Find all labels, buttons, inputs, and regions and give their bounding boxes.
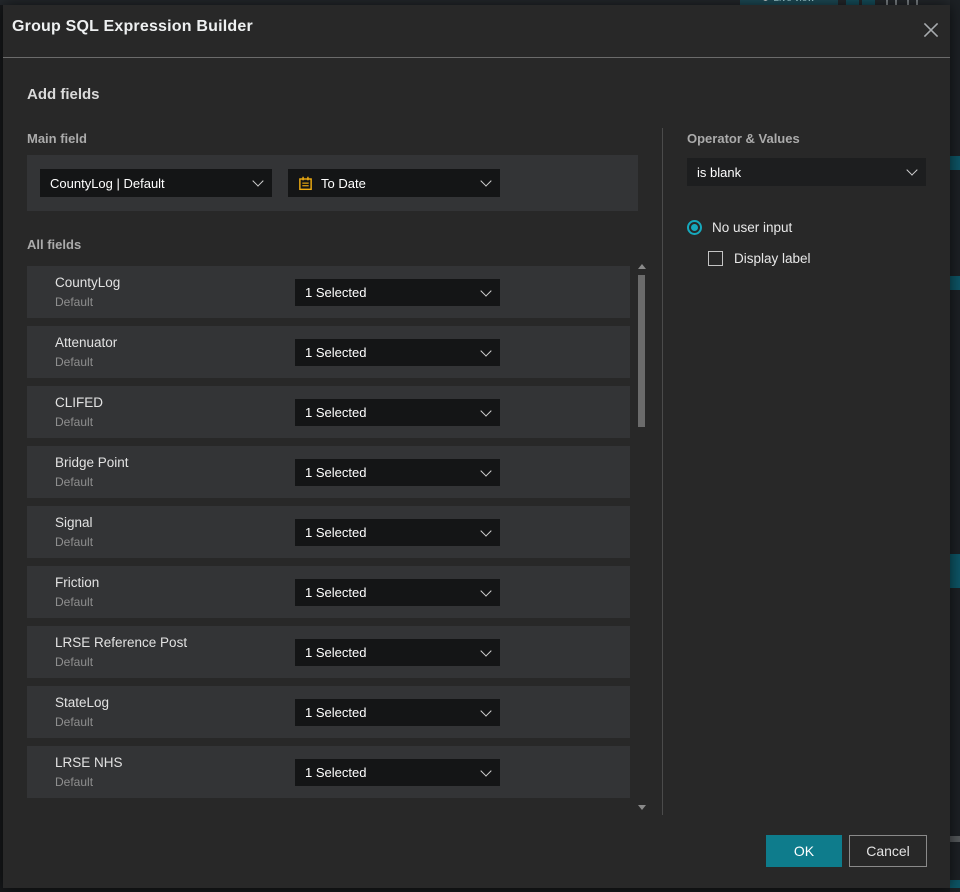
dialog-title: Group SQL Expression Builder [12,18,253,35]
fields-scrollbar[interactable] [636,261,647,813]
field-value-select[interactable]: 1 Selected [295,339,500,366]
field-value-select-value: 1 Selected [305,585,367,600]
field-value-select[interactable]: 1 Selected [295,579,500,606]
main-field-label: Main field [27,131,87,146]
no-user-input-radio[interactable]: No user input [687,220,792,235]
field-layer: Default [55,355,94,369]
background-app-fragment [950,276,960,290]
operator-select[interactable]: is blank [687,158,926,186]
field-layer: Default [55,415,94,429]
ok-button[interactable]: OK [766,835,842,867]
all-fields-label: All fields [27,237,82,252]
field-value-select-value: 1 Selected [305,405,367,420]
field-layer: Default [55,595,94,609]
field-row: StateLog Default 1 Selected [27,686,630,738]
field-name: LRSE NHS [55,755,123,770]
field-name: Friction [55,575,100,590]
chevron-down-icon [480,284,492,297]
field-layer: Default [55,475,94,489]
field-row: CountyLog Default 1 Selected [27,266,630,318]
field-value-select-value: 1 Selected [305,705,367,720]
field-value-select[interactable]: 1 Selected [295,639,500,666]
field-value-select-value: 1 Selected [305,765,367,780]
field-row: Attenuator Default 1 Selected [27,326,630,378]
chevron-down-icon [480,404,492,417]
field-name: CountyLog [55,275,121,290]
field-name: Signal [55,515,93,530]
field-value-select-value: 1 Selected [305,645,367,660]
chevron-down-icon [480,644,492,657]
chevron-down-icon [480,175,492,187]
field-layer: Default [55,655,94,669]
field-value-select[interactable]: 1 Selected [295,759,500,786]
field-row: CLIFED Default 1 Selected [27,386,630,438]
field-layer: Default [55,775,94,789]
no-user-input-label: No user input [712,220,793,235]
field-value-select[interactable]: 1 Selected [295,399,500,426]
field-name: StateLog [55,695,110,710]
field-row: Friction Default 1 Selected [27,566,630,618]
field-type-select-value: To Date [321,175,366,191]
field-value-select-value: 1 Selected [305,285,367,300]
field-row: LRSE Reference Post Default 1 Selected [27,626,630,678]
display-label-label: Display label [734,251,811,266]
chevron-down-icon [906,164,918,176]
background-app-fragment [950,836,960,842]
scroll-down-icon[interactable] [638,805,646,810]
live-view-label: Live view [773,0,814,4]
group-sql-expression-builder-dialog: Group SQL Expression Builder Add fields … [3,5,950,888]
field-row: Bridge Point Default 1 Selected [27,446,630,498]
display-label-checkbox[interactable]: Display label [708,251,811,266]
chevron-down-icon [252,175,264,187]
field-value-select-value: 1 Selected [305,345,367,360]
chevron-down-icon [480,524,492,537]
scroll-up-icon[interactable] [638,264,646,269]
close-icon[interactable] [920,19,942,41]
panel-divider [662,128,663,815]
scrollbar-thumb[interactable] [638,275,645,427]
main-field-select[interactable]: CountyLog | Default [40,169,272,197]
field-row: Signal Default 1 Selected [27,506,630,558]
field-layer: Default [55,295,94,309]
field-value-select[interactable]: 1 Selected [295,519,500,546]
field-name: CLIFED [55,395,104,410]
checkbox-unchecked-icon [708,251,723,266]
field-name: Attenuator [55,335,118,350]
field-value-select-value: 1 Selected [305,465,367,480]
chevron-down-icon [480,344,492,357]
field-type-select[interactable]: To Date [288,169,500,197]
background-app-fragment [950,554,960,588]
field-value-select[interactable]: 1 Selected [295,459,500,486]
live-dot-icon [763,0,769,1]
background-app-fragment [950,156,960,170]
main-field-panel: CountyLog | Default To Date [27,155,638,211]
chevron-down-icon [480,704,492,717]
cancel-button[interactable]: Cancel [849,835,927,867]
chevron-down-icon [480,464,492,477]
background-app-edge [950,0,960,892]
field-layer: Default [55,535,94,549]
chevron-down-icon [480,584,492,597]
header-divider [3,57,950,58]
operator-select-value: is blank [697,164,742,180]
field-value-select-value: 1 Selected [305,525,367,540]
chevron-down-icon [480,764,492,777]
radio-selected-icon [687,220,702,235]
field-layer: Default [55,715,94,729]
screen: Live view Group SQL Expression Builder A… [0,0,960,892]
field-name: Bridge Point [55,455,129,470]
add-fields-heading: Add fields [27,86,100,103]
calendar-date-icon [299,176,312,190]
field-name: LRSE Reference Post [55,635,188,650]
operator-values-label: Operator & Values [687,131,800,146]
field-value-select[interactable]: 1 Selected [295,699,500,726]
main-field-select-value: CountyLog | Default [50,175,165,191]
all-fields-list: CountyLog Default 1 Selected Attenuator … [27,266,630,798]
background-app-fragment [950,880,960,888]
field-row: LRSE NHS Default 1 Selected [27,746,630,798]
field-value-select[interactable]: 1 Selected [295,279,500,306]
